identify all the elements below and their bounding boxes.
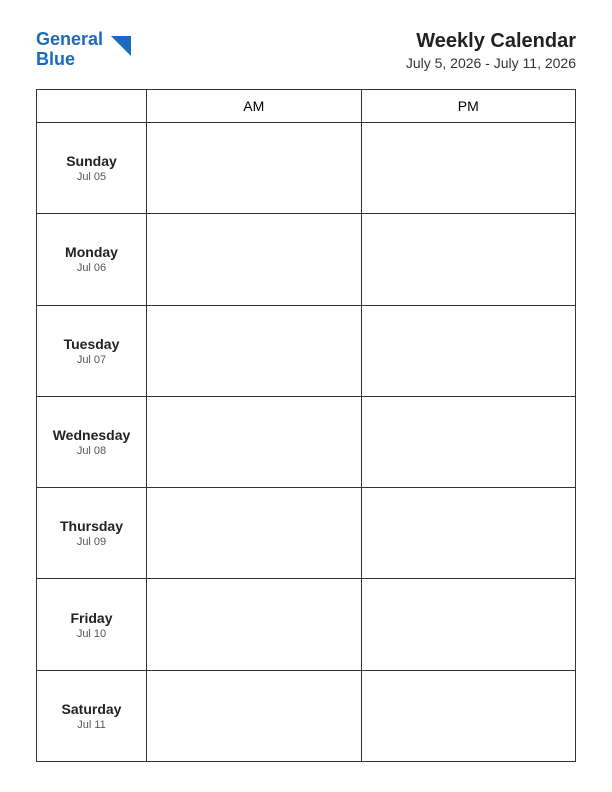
- day-cell: Saturday Jul 11: [37, 670, 147, 761]
- logo-icon: [107, 32, 131, 61]
- calendar-table: AM PM Sunday Jul 05 Monday Jul 06 Tuesday Jul…: [36, 89, 576, 762]
- pm-cell: [361, 214, 576, 305]
- am-cell: [147, 670, 362, 761]
- pm-cell: [361, 579, 576, 670]
- calendar-title: Weekly Calendar: [406, 30, 576, 53]
- am-cell: [147, 305, 362, 396]
- day-cell: Monday Jul 06: [37, 214, 147, 305]
- day-name: Friday: [41, 610, 142, 626]
- pm-cell: [361, 670, 576, 761]
- table-row: Sunday Jul 05: [37, 123, 576, 214]
- day-name: Sunday: [41, 153, 142, 169]
- day-cell: Tuesday Jul 07: [37, 305, 147, 396]
- header-right: Weekly Calendar July 5, 2026 - July 11, …: [406, 30, 576, 71]
- header: General Blue Weekly Calendar July 5, 202…: [36, 30, 576, 71]
- day-name: Thursday: [41, 518, 142, 534]
- col-header-day: [37, 90, 147, 123]
- day-date: Jul 08: [41, 445, 142, 457]
- day-date: Jul 10: [41, 628, 142, 640]
- logo-text: General Blue: [36, 30, 103, 70]
- table-row: Monday Jul 06: [37, 214, 576, 305]
- logo: General Blue: [36, 30, 131, 70]
- table-row: Thursday Jul 09: [37, 488, 576, 579]
- day-date: Jul 09: [41, 536, 142, 548]
- day-name: Tuesday: [41, 336, 142, 352]
- day-date: Jul 11: [41, 719, 142, 731]
- logo-blue: Blue: [36, 49, 75, 69]
- logo-general: General: [36, 29, 103, 49]
- day-cell: Friday Jul 10: [37, 579, 147, 670]
- pm-cell: [361, 488, 576, 579]
- day-cell: Wednesday Jul 08: [37, 396, 147, 487]
- table-row: Tuesday Jul 07: [37, 305, 576, 396]
- day-date: Jul 07: [41, 354, 142, 366]
- table-row: Wednesday Jul 08: [37, 396, 576, 487]
- page: General Blue Weekly Calendar July 5, 202…: [0, 0, 612, 792]
- pm-cell: [361, 396, 576, 487]
- pm-cell: [361, 305, 576, 396]
- day-cell: Thursday Jul 09: [37, 488, 147, 579]
- table-row: Friday Jul 10: [37, 579, 576, 670]
- calendar-date-range: July 5, 2026 - July 11, 2026: [406, 55, 576, 71]
- table-row: Saturday Jul 11: [37, 670, 576, 761]
- col-header-am: AM: [147, 90, 362, 123]
- day-name: Monday: [41, 244, 142, 260]
- am-cell: [147, 396, 362, 487]
- day-date: Jul 06: [41, 262, 142, 274]
- pm-cell: [361, 123, 576, 214]
- day-cell: Sunday Jul 05: [37, 123, 147, 214]
- am-cell: [147, 123, 362, 214]
- table-header-row: AM PM: [37, 90, 576, 123]
- col-header-pm: PM: [361, 90, 576, 123]
- am-cell: [147, 579, 362, 670]
- am-cell: [147, 214, 362, 305]
- am-cell: [147, 488, 362, 579]
- day-name: Wednesday: [41, 427, 142, 443]
- day-name: Saturday: [41, 701, 142, 717]
- day-date: Jul 05: [41, 171, 142, 183]
